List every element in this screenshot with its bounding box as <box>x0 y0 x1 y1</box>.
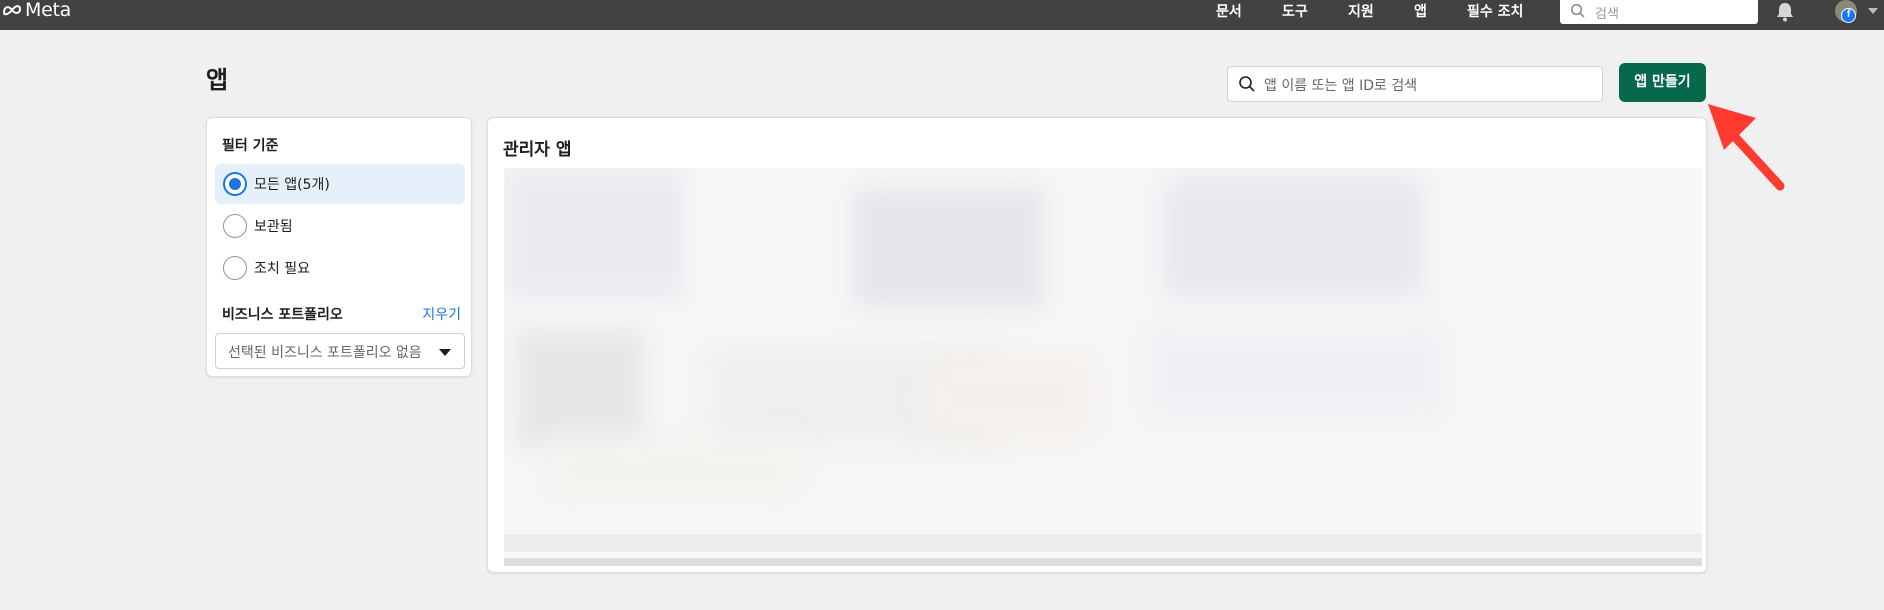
app-search-input[interactable]: 앱 이름 또는 앱 ID로 검색 <box>1227 66 1603 102</box>
page-title: 앱 <box>206 66 229 94</box>
business-portfolio-value: 선택된 비즈니스 포트폴리오 없음 <box>228 345 422 361</box>
blurred-app-list <box>504 168 1702 566</box>
filter-panel: 필터 기준 모든 앱(5개) 보관됨 조치 필요 비즈니스 포트폴리오 지우기 … <box>206 117 472 377</box>
radio-button[interactable] <box>223 256 247 280</box>
filter-title: 필터 기준 <box>222 138 279 154</box>
nav-required-actions[interactable]: 필수 조치 <box>1467 1 1523 21</box>
business-portfolio-title: 비즈니스 포트폴리오 <box>222 307 343 323</box>
meta-logo[interactable]: Meta <box>2 0 71 21</box>
blurred-region <box>1144 328 1444 418</box>
top-search-input[interactable]: 검색 <box>1560 0 1758 24</box>
blurred-region <box>504 558 1702 566</box>
radio-button[interactable] <box>223 214 247 238</box>
top-search-placeholder: 검색 <box>1595 7 1619 22</box>
blurred-region <box>1164 178 1424 298</box>
blurred-region <box>504 168 684 298</box>
blurred-region <box>924 358 1094 438</box>
filter-option-label: 보관됨 <box>254 219 293 235</box>
nav-apps[interactable]: 앱 <box>1414 1 1427 21</box>
app-search-placeholder: 앱 이름 또는 앱 ID로 검색 <box>1264 78 1418 94</box>
meta-infinity-icon <box>2 5 22 16</box>
facebook-badge-icon: f <box>1841 8 1856 23</box>
meta-logo-text: Meta <box>25 0 71 21</box>
filter-option-label: 조치 필요 <box>254 261 310 277</box>
nav-support[interactable]: 지원 <box>1348 1 1374 21</box>
dropdown-caret-icon <box>439 349 451 356</box>
blurred-region <box>504 534 1702 552</box>
business-portfolio-select[interactable]: 선택된 비즈니스 포트폴리오 없음 <box>215 333 465 369</box>
nav-docs[interactable]: 문서 <box>1216 1 1242 21</box>
blurred-region <box>514 328 644 448</box>
search-icon <box>1570 3 1585 18</box>
create-app-button[interactable]: 앱 만들기 <box>1619 63 1706 102</box>
clear-filter-link[interactable]: 지우기 <box>422 304 461 324</box>
admin-apps-title: 관리자 앱 <box>503 140 572 160</box>
nav-tools[interactable]: 도구 <box>1282 1 1308 21</box>
profile-menu-caret-icon[interactable] <box>1868 8 1878 14</box>
filter-option-archived[interactable]: 보관됨 <box>215 206 465 246</box>
radio-button-selected[interactable] <box>223 172 247 196</box>
notifications-bell-icon[interactable] <box>1776 2 1794 22</box>
search-icon <box>1239 76 1255 92</box>
filter-option-action-required[interactable]: 조치 필요 <box>215 248 465 288</box>
admin-apps-card: 관리자 앱 <box>487 117 1707 573</box>
filter-option-label: 모든 앱(5개) <box>254 177 330 193</box>
filter-option-all-apps[interactable]: 모든 앱(5개) <box>215 164 465 204</box>
blurred-region <box>854 188 1044 308</box>
top-navigation-bar: Meta 문서 도구 지원 앱 필수 조치 검색 f <box>0 0 1884 30</box>
blurred-region <box>544 438 804 498</box>
annotation-arrow-icon <box>1708 104 1785 191</box>
